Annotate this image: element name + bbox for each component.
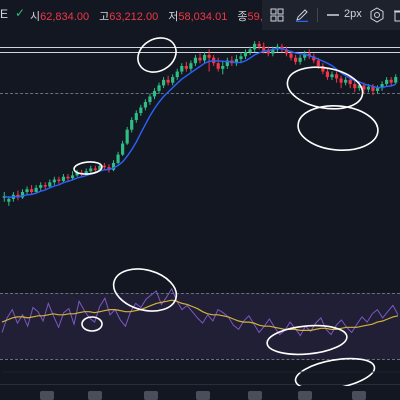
candle-body bbox=[7, 198, 11, 202]
time-axis-marker bbox=[298, 391, 312, 400]
candle-body bbox=[39, 185, 43, 188]
candle-body bbox=[152, 90, 157, 97]
candle-body bbox=[143, 102, 147, 108]
candle-body bbox=[207, 54, 211, 58]
candle-body bbox=[93, 168, 97, 170]
candle-body bbox=[29, 189, 34, 192]
candle-body bbox=[116, 154, 120, 163]
candle-body bbox=[57, 179, 61, 182]
candle-body bbox=[125, 129, 129, 144]
time-axis-marker bbox=[144, 391, 158, 400]
candle-body bbox=[353, 84, 357, 89]
candle-body bbox=[70, 175, 75, 179]
annotation-loop bbox=[112, 268, 178, 312]
time-axis-marker bbox=[352, 391, 366, 400]
candle-body bbox=[102, 165, 107, 168]
candle-body bbox=[239, 56, 243, 60]
candle-body bbox=[66, 176, 70, 179]
candle-body bbox=[166, 79, 170, 83]
candle-body bbox=[344, 79, 348, 83]
candle-body bbox=[325, 71, 330, 78]
time-axis-marker bbox=[40, 391, 54, 400]
candle-body bbox=[180, 66, 184, 72]
candle-body bbox=[253, 43, 257, 50]
candle-body bbox=[216, 63, 220, 69]
candle-body bbox=[339, 78, 343, 83]
candle-body bbox=[243, 52, 248, 57]
candle-body bbox=[34, 187, 38, 192]
candle-body bbox=[189, 63, 193, 69]
candle-body bbox=[257, 43, 261, 47]
candle-body bbox=[61, 176, 66, 181]
candle-body bbox=[375, 88, 380, 91]
candle-body bbox=[221, 66, 225, 69]
candle-body bbox=[43, 185, 47, 187]
candle-body bbox=[289, 53, 293, 58]
candle-body bbox=[293, 57, 298, 62]
candle-body bbox=[334, 74, 339, 79]
time-axis-marker bbox=[248, 391, 262, 400]
candle-body bbox=[130, 120, 134, 130]
candle-body bbox=[48, 182, 52, 187]
candle-body bbox=[298, 57, 302, 62]
time-axis-marker bbox=[88, 391, 102, 400]
annotation-loop bbox=[137, 37, 177, 73]
candle-body bbox=[175, 71, 179, 78]
candle-body bbox=[394, 77, 398, 83]
annotation-loop bbox=[297, 105, 379, 151]
candle-body bbox=[139, 107, 143, 114]
candle-body bbox=[134, 113, 138, 120]
candle-body bbox=[161, 79, 166, 86]
candle-body bbox=[193, 57, 198, 64]
candle-body bbox=[389, 79, 393, 83]
oscillator-signal-line bbox=[1, 299, 399, 331]
candle-body bbox=[262, 46, 266, 51]
candle-body bbox=[89, 168, 93, 172]
candle-body bbox=[157, 85, 161, 91]
candle-body bbox=[316, 60, 320, 66]
candle-body bbox=[385, 79, 389, 84]
chart-canvas[interactable] bbox=[0, 0, 400, 400]
candle-body bbox=[148, 96, 152, 102]
candle-body bbox=[330, 74, 334, 78]
annotation-loop bbox=[73, 161, 103, 175]
candle-body bbox=[25, 189, 29, 192]
time-axis-marker bbox=[196, 391, 210, 400]
candle-body bbox=[348, 79, 352, 84]
candle-body bbox=[202, 54, 207, 61]
candle-body bbox=[198, 57, 202, 61]
candle-body bbox=[171, 77, 175, 83]
candle-body bbox=[52, 179, 56, 183]
candle-body bbox=[121, 143, 125, 155]
candle-body bbox=[366, 86, 371, 90]
annotation-loop bbox=[81, 316, 103, 332]
candle-body bbox=[184, 66, 188, 69]
candle-body bbox=[248, 49, 252, 53]
